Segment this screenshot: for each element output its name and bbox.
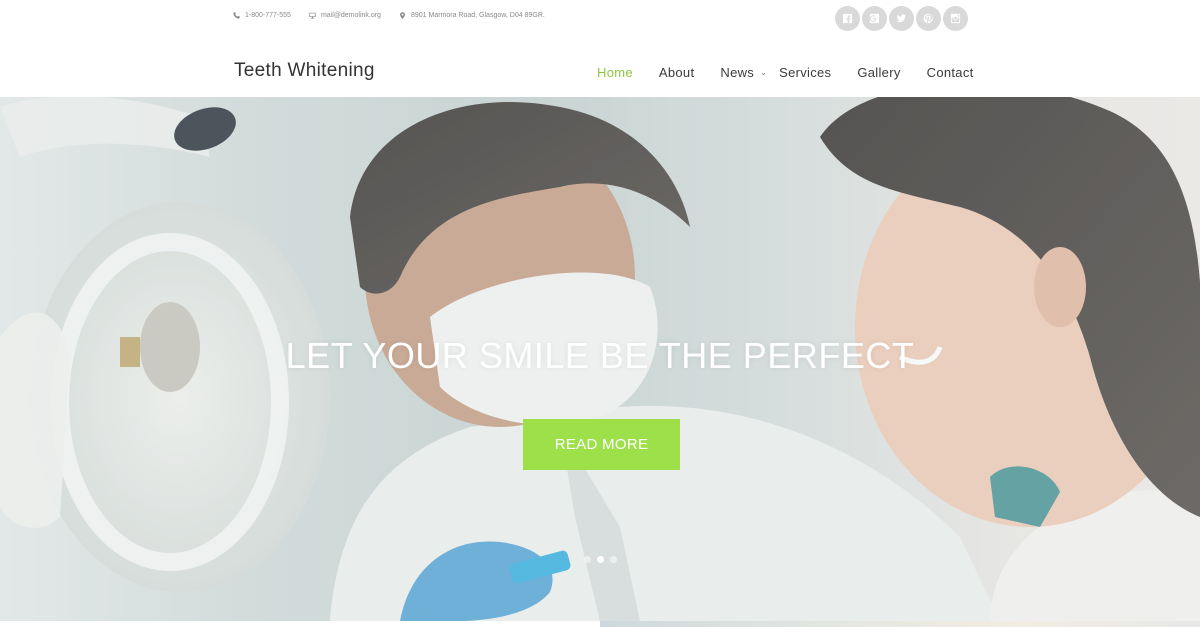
- monitor-icon: [309, 12, 316, 19]
- nav-label: Home: [597, 65, 633, 80]
- google-plus-icon: [869, 13, 880, 24]
- location-pin-icon: [400, 12, 405, 19]
- site-logo[interactable]: Teeth Whitening: [234, 60, 375, 82]
- phone-contact[interactable]: 1-800-777-555: [233, 12, 291, 19]
- main-nav: Home About News ⌄ Services Gallery Conta…: [597, 65, 974, 80]
- email-contact[interactable]: mail@demolink.org: [309, 12, 381, 19]
- address-contact[interactable]: 8901 Marmora Road, Glasgow, D04 89GR.: [399, 12, 545, 19]
- nav-item-contact[interactable]: Contact: [927, 65, 974, 80]
- nav-item-home[interactable]: Home: [597, 65, 633, 80]
- next-section-preview: [0, 621, 1200, 627]
- chevron-down-icon[interactable]: ⌄: [760, 68, 767, 77]
- contact-info: 1-800-777-555 mail@demolink.org 8901 Mar…: [233, 12, 545, 19]
- hero-title: LET YOUR SMILE BE THE PERFECT: [285, 335, 915, 376]
- twitter-icon: [896, 14, 907, 23]
- facebook-icon: [842, 13, 853, 24]
- nav-item-services[interactable]: Services: [779, 65, 831, 80]
- instagram-link[interactable]: [943, 6, 968, 31]
- facebook-link[interactable]: [835, 6, 860, 31]
- twitter-link[interactable]: [889, 6, 914, 31]
- slider-dot-3[interactable]: [610, 556, 617, 563]
- nav-label: Services: [779, 65, 832, 80]
- slider-pagination: [584, 556, 617, 563]
- section-image-edge: [600, 621, 1200, 627]
- slider-dot-1[interactable]: [584, 556, 591, 563]
- social-links: [835, 6, 968, 31]
- nav-label: Gallery: [857, 65, 901, 80]
- pinterest-link[interactable]: [916, 6, 941, 31]
- email-text: mail@demolink.org: [320, 12, 381, 19]
- nav-item-news[interactable]: News ⌄: [720, 65, 767, 80]
- read-more-button[interactable]: READ MORE: [523, 419, 680, 470]
- phone-text: 1-800-777-555: [245, 12, 291, 19]
- nav-label: About: [658, 65, 695, 80]
- phone-icon: [233, 12, 240, 19]
- nav-label: Contact: [926, 65, 974, 80]
- nav-item-gallery[interactable]: Gallery: [857, 65, 900, 80]
- hero-slider[interactable]: LET YOUR SMILE BE THE PERFECT READ MORE: [0, 97, 1200, 621]
- google-plus-link[interactable]: [862, 6, 887, 31]
- nav-label: News: [720, 65, 755, 80]
- address-text: 8901 Marmora Road, Glasgow, D04 89GR.: [410, 12, 545, 19]
- pinterest-icon: [923, 13, 933, 24]
- nav-item-about[interactable]: About: [659, 65, 694, 80]
- top-bar: 1-800-777-555 mail@demolink.org 8901 Mar…: [0, 0, 1200, 40]
- site-header: Teeth Whitening Home About News ⌄ Servic…: [0, 40, 1200, 97]
- instagram-icon: [950, 13, 961, 24]
- slider-dot-2[interactable]: [597, 556, 604, 563]
